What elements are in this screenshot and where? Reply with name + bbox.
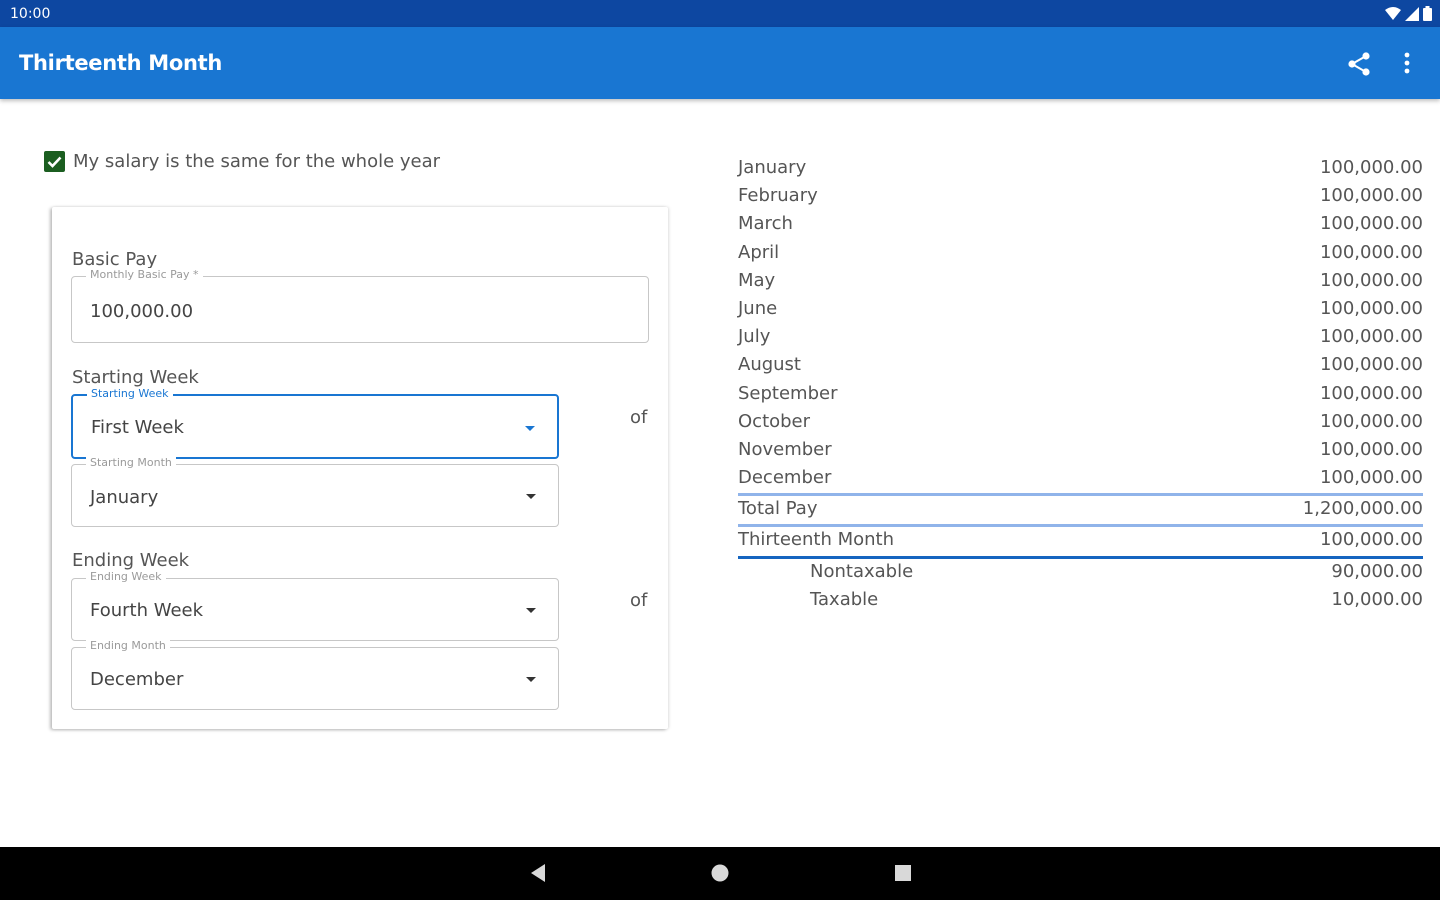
starting-month-value: January [90, 487, 159, 508]
month-amount: 100,000.00 [1319, 269, 1423, 291]
chevron-down-icon [526, 494, 536, 499]
share-icon[interactable] [1346, 51, 1372, 77]
month-amount: 100,000.00 [1319, 410, 1423, 432]
month-row: May 100,000.00 [738, 268, 1423, 296]
status-time: 10:00 [10, 6, 51, 22]
month-amount: 100,000.00 [1319, 326, 1423, 348]
status-bar: 10:00 [0, 0, 1440, 27]
month-row: June 100,000.00 [738, 296, 1423, 324]
ending-week-select[interactable]: Ending Week Fourth Week [71, 570, 559, 641]
battery-icon [1423, 6, 1432, 21]
app-bar: Thirteenth Month [0, 27, 1440, 99]
basic-pay-title: Basic Pay [72, 249, 158, 270]
month-name: June [738, 297, 778, 319]
month-amount: 100,000.00 [1319, 354, 1423, 376]
system-icons [1385, 6, 1432, 21]
same-salary-checkbox-row[interactable]: My salary is the same for the whole year [44, 151, 440, 172]
month-name: March [738, 213, 793, 235]
same-salary-label: My salary is the same for the whole year [73, 151, 441, 172]
monthly-basic-pay-legend: Monthly Basic Pay * [86, 268, 203, 281]
thirteenth-month-label: Thirteenth Month [738, 529, 895, 551]
month-amount: 100,000.00 [1319, 241, 1423, 263]
ending-week-value: Fourth Week [90, 600, 204, 621]
month-name: August [738, 354, 801, 376]
month-name: February [738, 185, 818, 207]
starting-week-legend: Starting Week [87, 387, 173, 400]
month-name: November [738, 438, 832, 460]
chevron-down-icon [525, 426, 535, 431]
salary-form-card: Basic Pay Monthly Basic Pay * 100,000.00… [52, 207, 668, 729]
month-amount: 100,000.00 [1319, 382, 1423, 404]
month-row: November 100,000.00 [738, 437, 1423, 465]
starting-week-title: Starting Week [72, 367, 199, 388]
thirteenth-month-row: Thirteenth Month 100,000.00 [738, 527, 1423, 555]
starting-month-legend: Starting Month [86, 456, 176, 469]
month-row: January 100,000.00 [738, 155, 1423, 183]
ending-month-value: December [90, 669, 184, 690]
month-amount: 100,000.00 [1319, 297, 1423, 319]
monthly-basic-pay-value: 100,000.00 [90, 301, 194, 322]
month-amount: 100,000.00 [1319, 185, 1423, 207]
month-row: February 100,000.00 [738, 183, 1423, 211]
taxable-row: Taxable 10,000.00 [738, 587, 1423, 615]
nontaxable-row: Nontaxable 90,000.00 [738, 559, 1423, 587]
taxable-amount: 10,000.00 [1331, 588, 1423, 610]
signal-icon [1405, 6, 1419, 21]
total-pay-amount: 1,200,000.00 [1302, 498, 1423, 520]
total-pay-label: Total Pay [738, 498, 818, 520]
ending-week-title: Ending Week [72, 550, 190, 571]
month-row: March 100,000.00 [738, 211, 1423, 239]
month-row: September 100,000.00 [738, 381, 1423, 409]
monthly-basic-pay-field[interactable]: Monthly Basic Pay * 100,000.00 [71, 268, 649, 343]
month-amount: 100,000.00 [1319, 438, 1423, 460]
month-amount: 100,000.00 [1319, 213, 1423, 235]
month-name: July [738, 326, 771, 348]
pay-summary: January 100,000.00 February 100,000.00 Mar… [738, 155, 1423, 615]
nontaxable-amount: 90,000.00 [1331, 560, 1423, 582]
ending-of-label: of [630, 590, 648, 611]
month-row: December 100,000.00 [738, 465, 1423, 493]
month-row: April 100,000.00 [738, 240, 1423, 268]
month-name: September [738, 382, 838, 404]
starting-of-label: of [630, 407, 648, 428]
month-name: December [738, 467, 832, 489]
month-row: August 100,000.00 [738, 352, 1423, 380]
thirteenth-month-amount: 100,000.00 [1319, 529, 1423, 551]
month-name: January [738, 157, 807, 178]
recents-icon[interactable] [894, 863, 912, 883]
home-icon[interactable] [710, 863, 730, 883]
chevron-down-icon [526, 608, 536, 613]
total-pay-row: Total Pay 1,200,000.00 [738, 496, 1423, 524]
month-name: October [738, 410, 811, 432]
ending-week-legend: Ending Week [86, 570, 166, 583]
month-name: May [738, 269, 776, 291]
ending-month-select[interactable]: Ending Month December [71, 639, 559, 710]
navigation-bar [0, 847, 1440, 900]
same-salary-checkbox[interactable] [44, 151, 65, 172]
ending-month-legend: Ending Month [86, 639, 170, 652]
starting-week-select[interactable]: Starting Week First Week [71, 387, 559, 459]
back-icon[interactable] [529, 863, 547, 883]
month-name: April [738, 241, 780, 263]
chevron-down-icon [526, 677, 536, 682]
month-row: October 100,000.00 [738, 409, 1423, 437]
check-icon [47, 156, 62, 168]
app-title: Thirteenth Month [19, 51, 223, 75]
nontaxable-label: Nontaxable [810, 560, 914, 582]
wifi-icon [1385, 6, 1401, 20]
month-amount: 100,000.00 [1319, 467, 1423, 489]
more-vert-icon[interactable] [1398, 49, 1416, 77]
starting-month-select[interactable]: Starting Month January [71, 456, 559, 527]
starting-week-value: First Week [91, 417, 184, 438]
month-amount: 100,000.00 [1319, 157, 1423, 178]
taxable-label: Taxable [810, 588, 879, 610]
month-list: January 100,000.00 February 100,000.00 Mar… [738, 155, 1423, 493]
month-row: July 100,000.00 [738, 324, 1423, 352]
